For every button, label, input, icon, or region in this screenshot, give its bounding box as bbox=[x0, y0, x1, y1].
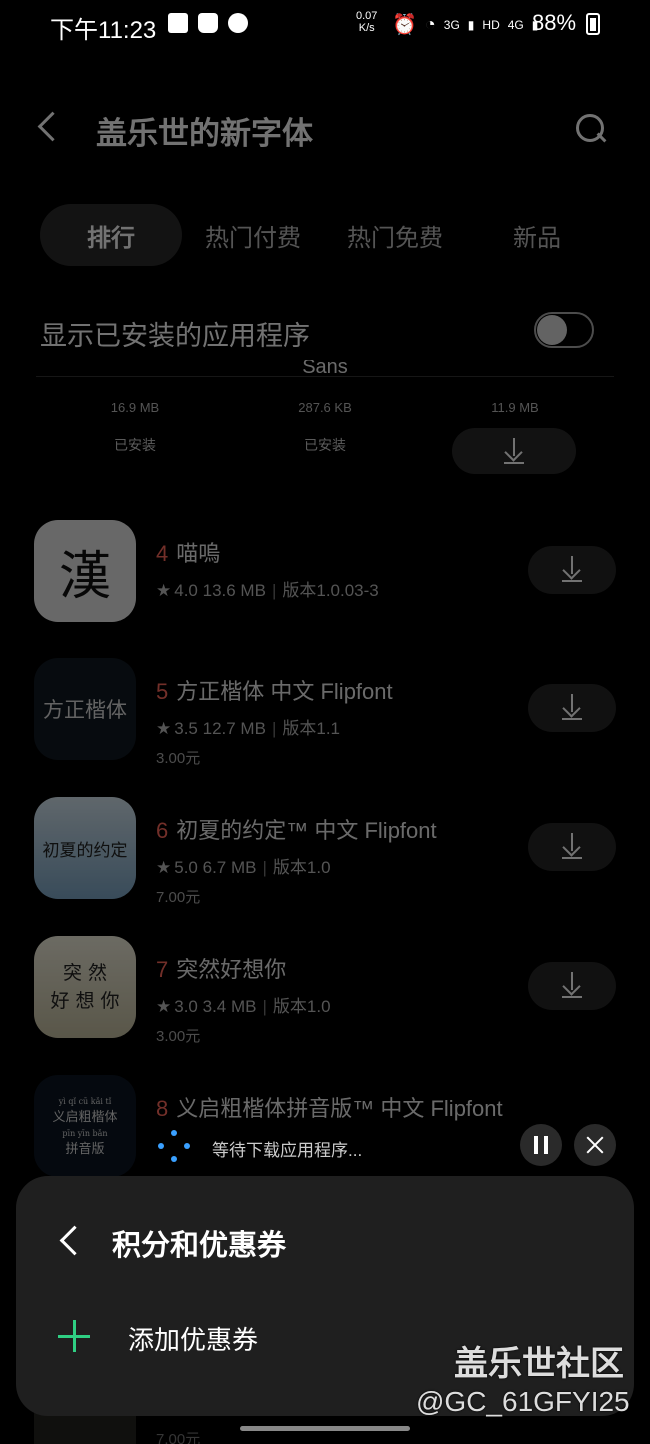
app-version: 版本1.0.03-3 bbox=[282, 581, 379, 600]
net-hd-label: HD bbox=[482, 17, 500, 32]
grid-item[interactable]: 11.9 MB bbox=[420, 360, 610, 415]
net-3g-label: 3G bbox=[443, 17, 460, 32]
app-version: 版本1.1 bbox=[282, 719, 340, 738]
rank: 6 bbox=[156, 818, 169, 843]
progress-text: 等待下载应用程序... bbox=[212, 1141, 363, 1160]
tab-new[interactable]: 新品 bbox=[466, 204, 608, 266]
rating: 3.5 bbox=[174, 719, 198, 738]
toggle-knob bbox=[537, 315, 567, 345]
grid-item[interactable]: 16.9 MB 已安装 bbox=[40, 360, 230, 455]
star-icon: ★ bbox=[156, 581, 172, 600]
add-coupon-button[interactable]: 添加优惠券 bbox=[46, 1306, 446, 1366]
rank: 4 bbox=[156, 541, 169, 566]
app-title: 义启粗楷体拼音版™ 中文 Flipfont bbox=[176, 1096, 503, 1121]
net-speed: 0.07 K/s bbox=[356, 10, 378, 34]
app-icon: 方正楷体 bbox=[34, 658, 136, 760]
app-title: 突然好想你 bbox=[176, 957, 287, 982]
plus-icon bbox=[58, 1320, 90, 1352]
app-icon: 突 然 好 想 你 bbox=[34, 936, 136, 1038]
pause-icon bbox=[534, 1136, 548, 1154]
app-size: 12.7 MB bbox=[202, 719, 266, 738]
tab-bar: 排行 热门付费 热门免费 新品 bbox=[40, 204, 620, 266]
download-progress: 等待下载应用程序... bbox=[150, 1124, 620, 1168]
search-icon[interactable] bbox=[574, 112, 608, 146]
app-icon: 漢 bbox=[34, 520, 136, 622]
spinner-icon bbox=[158, 1130, 190, 1162]
show-installed-toggle[interactable] bbox=[534, 312, 594, 348]
tab-top-paid[interactable]: 热门付费 bbox=[182, 204, 324, 266]
notification-icons bbox=[168, 13, 248, 33]
page-title: 盖乐世的新字体 bbox=[96, 116, 313, 151]
assistant-icon bbox=[228, 13, 248, 33]
download-button[interactable] bbox=[528, 962, 616, 1010]
rank: 5 bbox=[156, 679, 169, 704]
app-price: 7.00元 bbox=[156, 1431, 201, 1444]
download-button[interactable] bbox=[528, 823, 616, 871]
net-4g-label: 4G bbox=[507, 17, 524, 32]
download-icon bbox=[562, 972, 582, 998]
download-button[interactable] bbox=[452, 428, 576, 474]
battery-icon bbox=[586, 13, 600, 35]
sheet-title: 积分和优惠券 bbox=[112, 1230, 287, 1262]
app-title: 方正楷体 中文 Flipfont bbox=[176, 679, 393, 704]
list-item[interactable]: 突 然 好 想 你 7 突然好想你 ★ 3.0 3.4 MB | 版本1.0 3.00元 bbox=[0, 936, 650, 1066]
alarm-icon: ⏰ bbox=[392, 14, 417, 36]
cancel-download-button[interactable] bbox=[574, 1124, 616, 1166]
star-icon: ★ bbox=[156, 858, 172, 877]
header: 盖乐世的新字体 bbox=[0, 50, 650, 160]
store-bag-icon bbox=[198, 13, 218, 33]
sheet-back-icon[interactable] bbox=[54, 1222, 82, 1258]
watermark-brand: 盖乐世社区 bbox=[454, 1345, 624, 1383]
download-icon bbox=[562, 833, 582, 859]
pause-button[interactable] bbox=[520, 1124, 562, 1166]
app-version: 版本1.0 bbox=[272, 997, 331, 1016]
app-title: 喵嗚 bbox=[176, 541, 221, 566]
rank: 8 bbox=[156, 1096, 169, 1121]
rating: 4.0 bbox=[174, 581, 198, 600]
list-item[interactable]: 漢 4 喵嗚 ★ 4.0 13.6 MB | 版本1.0.03-3 bbox=[0, 520, 650, 650]
signal-icon: ▮ bbox=[467, 17, 475, 32]
close-icon bbox=[584, 1134, 606, 1156]
grid-item[interactable]: Sans 287.6 KB 已安装 bbox=[230, 360, 420, 455]
app-icon: 初夏的约定 bbox=[34, 797, 136, 899]
watermark-user: @GC_61GFYI25 bbox=[416, 1386, 630, 1417]
app-size: 13.6 MB bbox=[202, 581, 266, 600]
app-size: 6.7 MB bbox=[202, 858, 257, 877]
status-time: 下午11:23 bbox=[50, 17, 157, 44]
app-title: 初夏的约定™ 中文 Flipfont bbox=[176, 818, 437, 843]
star-icon: ★ bbox=[156, 719, 172, 738]
rank: 7 bbox=[156, 957, 169, 982]
top-grid: 16.9 MB 已安装 Sans 287.6 KB 已安装 11.9 MB bbox=[36, 360, 614, 480]
tab-ranking[interactable]: 排行 bbox=[40, 204, 182, 266]
tab-top-free[interactable]: 热门免费 bbox=[324, 204, 466, 266]
home-indicator[interactable] bbox=[240, 1426, 410, 1431]
back-icon[interactable] bbox=[32, 108, 62, 144]
app-icon: yì qǐ cū kǎi tǐ 义启粗楷体 pīn yīn bǎn 拼音版 bbox=[34, 1075, 136, 1177]
download-icon bbox=[504, 438, 524, 464]
battery-percent: 88% bbox=[532, 10, 577, 35]
app-price: 3.00元 bbox=[156, 1028, 201, 1045]
app-version: 版本1.0 bbox=[272, 858, 331, 877]
divider bbox=[36, 376, 614, 377]
star-icon: ★ bbox=[156, 997, 172, 1016]
gallery-icon bbox=[168, 13, 188, 33]
download-icon bbox=[562, 556, 582, 582]
app-price: 3.00元 bbox=[156, 750, 201, 767]
rating: 3.0 bbox=[174, 997, 198, 1016]
app-price: 7.00元 bbox=[156, 889, 201, 906]
add-coupon-label: 添加优惠券 bbox=[128, 1325, 259, 1355]
show-installed-label: 显示已安装的应用程序 bbox=[40, 321, 310, 351]
download-icon bbox=[562, 694, 582, 720]
wifi-icon: ◔ bbox=[424, 14, 436, 34]
status-bar: 下午11:23 0.07 K/s ⏰ ◔ 3G ▮ HD 4G ▮ 88% bbox=[0, 0, 650, 50]
list-item[interactable]: 初夏的约定 6 初夏的约定™ 中文 Flipfont ★ 5.0 6.7 MB | 版本… bbox=[0, 797, 650, 927]
download-button[interactable] bbox=[528, 546, 616, 594]
download-button[interactable] bbox=[528, 684, 616, 732]
rating: 5.0 bbox=[174, 858, 198, 877]
system-icons: ⏰ ◔ 3G ▮ HD 4G ▮ bbox=[392, 12, 538, 37]
list-item[interactable]: 方正楷体 5 方正楷体 中文 Flipfont ★ 3.5 12.7 MB | 版本1.… bbox=[0, 658, 650, 788]
app-size: 3.4 MB bbox=[202, 997, 257, 1016]
